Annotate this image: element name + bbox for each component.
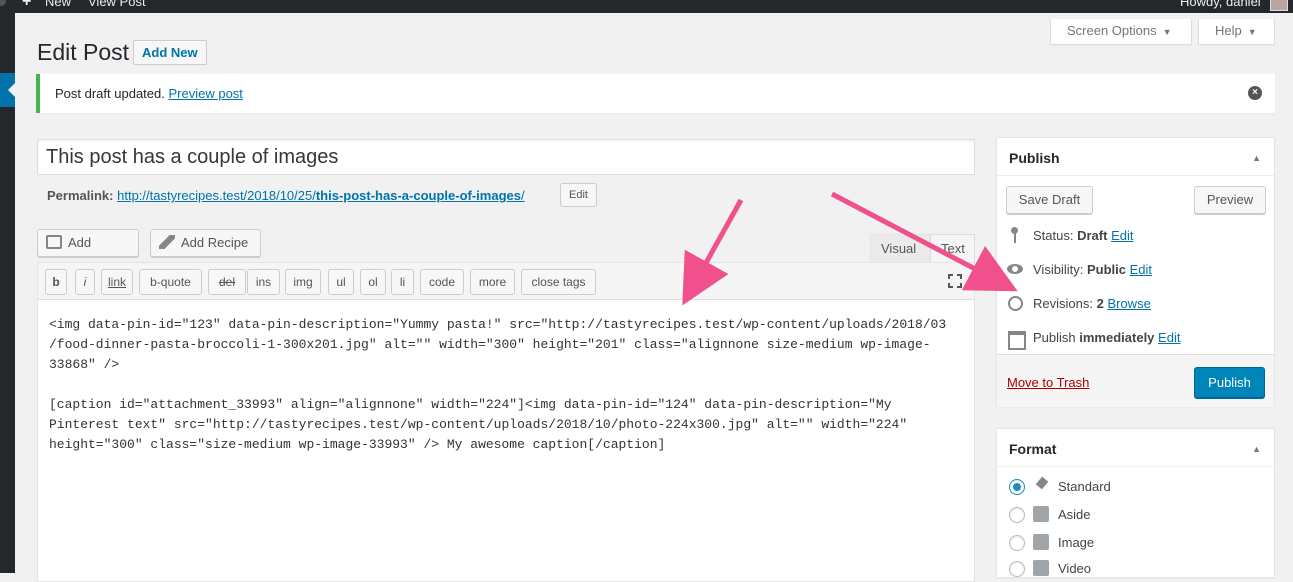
- annotation-arrow-editor: [682, 198, 744, 306]
- annotation-arrow-revisions: [830, 191, 1018, 292]
- annotation-arrows: [682, 191, 1018, 306]
